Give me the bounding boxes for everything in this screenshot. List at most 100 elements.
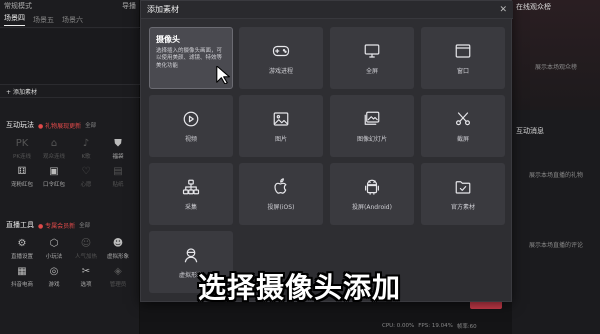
tool-label: 小玩法 xyxy=(45,254,63,260)
tool-item[interactable]: ⬡ 小玩法 xyxy=(38,236,70,261)
member-badge: ● 专属会员新 xyxy=(38,222,76,230)
add-material-bar[interactable]: + 添加素材 xyxy=(0,84,140,98)
tool-label: 直播设置 xyxy=(10,254,33,260)
shop-icon: ▦ xyxy=(17,265,27,277)
tile-image[interactable]: 图片 xyxy=(239,95,323,157)
heart-icon: ♡ xyxy=(81,165,91,177)
cpu-readout: CPU: 0.00% xyxy=(382,323,415,329)
tile-label: 图像幻灯片 xyxy=(356,135,387,143)
tile-window[interactable]: 窗口 xyxy=(421,27,505,89)
tool-item[interactable]: ♡ 心愿 xyxy=(70,164,102,189)
live-tools-grid: ⚙ 直播设置 ⬡ 小玩法 ☺ 人气加热 ☻ 虚拟形象 ▦ 抖音电商 ◎ 游戏 ✂ 选项 ◈ 管理员 xyxy=(0,236,140,289)
status-bar: CPU: 0.00% FPS: 19.04% 帧率:60 xyxy=(300,318,512,334)
tile-fullscreen[interactable]: 全屏 xyxy=(330,27,414,89)
tool-item[interactable]: ◈ 管理员 xyxy=(102,264,134,289)
camera-title: 摄像头 xyxy=(156,35,180,44)
subtitle-caption: 选择摄像头添加 xyxy=(198,271,402,304)
tile-label: 截屏 xyxy=(456,135,469,143)
tool-item[interactable]: ▦ 抖音电商 xyxy=(6,264,38,289)
pk-icon: PK xyxy=(15,137,29,149)
tile-label: 官方素材 xyxy=(450,203,475,211)
tile-label: 采集 xyxy=(184,203,197,211)
tile-video[interactable]: 视频 xyxy=(149,95,233,157)
gamepad-icon xyxy=(272,45,290,56)
tool-label: PK连线 xyxy=(13,154,31,160)
right-panel: 在线观众榜 展示本场观众榜 互动消息 展示本场直播的礼物 展示本场直播的评论 xyxy=(512,0,600,334)
shield-icon: ⛊ xyxy=(114,137,122,149)
all-link[interactable]: 全部 xyxy=(85,121,96,129)
viewers-note: 展示本场观众榜 xyxy=(534,64,577,71)
avatar-icon xyxy=(184,247,198,262)
tile-android-cast[interactable]: 投屏(Android) xyxy=(330,163,414,225)
tile-label: 游戏进程 xyxy=(268,67,293,75)
tool-label: K歌 xyxy=(81,154,91,160)
tile-camera[interactable]: 摄像头 选择插入的摄像头画面，可以使用美颜、滤镜、特效等美化功能 xyxy=(149,27,233,89)
scene-tab[interactable]: 场景六 xyxy=(62,15,83,25)
tile-capture[interactable]: 采集 xyxy=(149,163,233,225)
tool-item[interactable]: ⚙ 直播设置 xyxy=(6,236,38,261)
viewers-title: 在线观众榜 xyxy=(516,3,551,11)
tool-item[interactable]: ⌂ 观众连线 xyxy=(38,136,70,161)
scene-tabs: 场景四 场景五 场景六 xyxy=(0,12,140,28)
monitor-icon xyxy=(364,43,380,58)
tool-label: 虚拟形象 xyxy=(106,254,129,260)
all-link[interactable]: 全部 xyxy=(79,221,90,229)
dialog-header: 添加素材 ✕ xyxy=(141,1,513,19)
manage-icon: ◈ xyxy=(114,265,122,277)
tool-label: 选项 xyxy=(80,282,92,288)
tool-item[interactable]: ☺ 人气加热 xyxy=(70,236,102,261)
comments-note: 展示本场直播的评论 xyxy=(528,242,583,249)
director-label[interactable]: 导播 xyxy=(122,1,136,11)
gifts-note: 展示本场直播的礼物 xyxy=(528,172,583,179)
tool-label: 游戏 xyxy=(48,282,60,288)
tile-official[interactable]: 官方素材 xyxy=(421,163,505,225)
scene-tab[interactable]: 场景五 xyxy=(33,15,54,25)
mode-bar: 常规模式 导播 xyxy=(0,0,140,10)
tool-label: 人气加热 xyxy=(74,254,97,260)
tool-item[interactable]: ◎ 游戏 xyxy=(38,264,70,289)
viewers-panel-bg xyxy=(512,0,600,110)
tool-item[interactable]: ✂ 选项 xyxy=(70,264,102,289)
gear-icon: ⚙ xyxy=(17,237,27,249)
android-icon xyxy=(365,179,379,195)
scissors-icon xyxy=(456,111,470,125)
tile-label: 图片 xyxy=(274,135,287,143)
tool-label: 福袋 xyxy=(112,154,124,160)
game-icon: ⌂ xyxy=(50,137,58,149)
tile-ios-cast[interactable]: 投屏(iOS) xyxy=(239,163,323,225)
tool-item[interactable]: ⚅ 宠粉红包 xyxy=(6,164,38,189)
tool-label: 观众连线 xyxy=(42,154,65,160)
mouse-cursor-icon xyxy=(216,66,230,84)
tool-item[interactable]: PK PK连线 xyxy=(6,136,38,161)
tile-label: 投屏(Android) xyxy=(352,203,392,211)
tool-label: 宠粉红包 xyxy=(10,182,33,188)
messages-title: 互动消息 xyxy=(516,127,544,135)
tool-item[interactable]: ♪ K歌 xyxy=(70,136,102,161)
scene-tab[interactable]: 场景四 xyxy=(4,13,25,26)
tile-label: 投屏(iOS) xyxy=(267,203,295,211)
tile-screenshot[interactable]: 截屏 xyxy=(421,95,505,157)
apple-icon xyxy=(274,177,287,194)
mode-label[interactable]: 常规模式 xyxy=(4,2,32,10)
image-icon xyxy=(273,111,289,126)
tile-game-process[interactable]: 游戏进程 xyxy=(239,27,323,89)
tool-item[interactable]: ▣ 口令红包 xyxy=(38,164,70,189)
live-tools-section-header: 直播工具 ● 专属会员新 全部 xyxy=(6,221,91,230)
tool-label: 口令红包 xyxy=(42,182,65,188)
tool-item[interactable]: ▤ 贴纸 xyxy=(102,164,134,189)
play-icon xyxy=(183,111,199,126)
tile-label: 窗口 xyxy=(456,67,469,75)
framerate-readout: 帧率:60 xyxy=(456,324,477,330)
left-panel: 常规模式 导播 场景四 场景五 场景六 + 添加素材 互动玩法 ● 礼物展现更新 全… xyxy=(0,0,140,334)
tool-item[interactable]: ⛊ 福袋 xyxy=(102,136,134,161)
tool-label: 管理员 xyxy=(109,282,127,288)
avatar-icon: ☻ xyxy=(112,237,124,249)
window-icon xyxy=(455,43,471,58)
tool-item[interactable]: ☻ 虚拟形象 xyxy=(102,236,134,261)
rocket-icon: ⬡ xyxy=(49,237,59,249)
tile-slideshow[interactable]: 图像幻灯片 xyxy=(330,95,414,157)
add-material-button[interactable]: + 添加素材 xyxy=(6,87,37,96)
gamepad-icon: ◎ xyxy=(49,265,59,277)
interactive-section-header: 互动玩法 ● 礼物展现更新 全部 xyxy=(6,121,97,130)
close-icon[interactable]: ✕ xyxy=(499,5,507,15)
